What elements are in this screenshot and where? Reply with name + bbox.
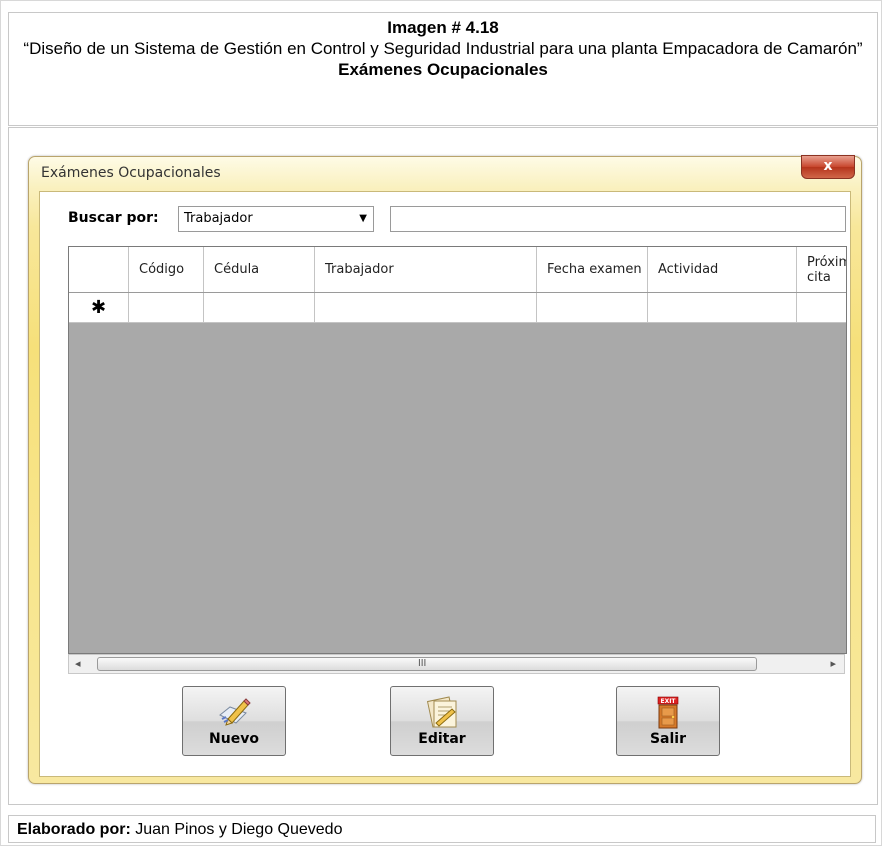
- cell-fecha-examen[interactable]: [537, 293, 648, 323]
- data-grid[interactable]: Código Cédula Trabajador Fecha examen Ac…: [68, 246, 847, 654]
- window-client-area: Buscar por: Trabajador ▼ Código Cédula T…: [39, 191, 851, 777]
- nuevo-button-label: Nuevo: [209, 731, 259, 747]
- exit-sign-text: EXIT: [660, 698, 676, 705]
- cell-actividad[interactable]: [648, 293, 797, 323]
- column-header-actividad[interactable]: Actividad: [648, 247, 797, 292]
- search-label: Buscar por:: [68, 210, 159, 226]
- editar-button-label: Editar: [418, 731, 466, 747]
- scrollbar-thumb[interactable]: III: [97, 657, 757, 671]
- figure-number: Imagen # 4.18: [387, 18, 499, 37]
- search-field-select[interactable]: Trabajador ▼: [178, 206, 374, 232]
- cell-proxima-cita[interactable]: [797, 293, 846, 323]
- new-row-marker: ✱: [69, 293, 129, 323]
- column-header-trabajador[interactable]: Trabajador: [315, 247, 537, 292]
- close-button[interactable]: x: [801, 155, 855, 179]
- edit-document-icon: [426, 696, 457, 728]
- figure-caption: Imagen # 4.18 “Diseño de un Sistema de G…: [8, 12, 878, 126]
- window-title: Exámenes Ocupacionales: [41, 165, 221, 181]
- figure-subtitle: Exámenes Ocupacionales: [338, 60, 548, 79]
- salir-button-label: Salir: [649, 731, 687, 747]
- figure-credit: Elaborado por: Juan Pinos y Diego Queved…: [8, 815, 876, 843]
- scroll-left-icon[interactable]: ◂: [75, 657, 81, 670]
- credit-label: Elaborado por:: [17, 821, 131, 838]
- chevron-down-icon: ▼: [359, 213, 367, 224]
- cell-cedula[interactable]: [204, 293, 315, 323]
- search-input[interactable]: [390, 206, 846, 232]
- scroll-right-icon[interactable]: ▸: [830, 657, 836, 670]
- close-icon: x: [823, 158, 833, 174]
- credit-authors: Juan Pinos y Diego Quevedo: [130, 821, 343, 838]
- figure-description: “Diseño de un Sistema de Gestión en Cont…: [23, 39, 863, 58]
- cell-trabajador[interactable]: [315, 293, 537, 323]
- column-header-proxima-cita[interactable]: Próxima cita: [797, 247, 846, 292]
- salir-button[interactable]: EXIT Salir: [616, 686, 720, 756]
- app-window: Exámenes Ocupacionales x Buscar por: Tra…: [28, 155, 862, 784]
- horizontal-scrollbar[interactable]: ◂ III ▸: [68, 654, 845, 674]
- pencil-form-icon: [219, 698, 251, 726]
- column-header-codigo[interactable]: Código: [129, 247, 204, 292]
- column-header-fecha-examen[interactable]: Fecha examen: [537, 247, 648, 292]
- nuevo-button[interactable]: Nuevo: [182, 686, 286, 756]
- grid-header: Código Cédula Trabajador Fecha examen Ac…: [69, 247, 846, 293]
- cell-codigo[interactable]: [129, 293, 204, 323]
- row-header-corner: [69, 247, 129, 292]
- new-row[interactable]: ✱: [69, 293, 846, 323]
- exit-door-icon: EXIT: [657, 696, 679, 729]
- column-header-cedula[interactable]: Cédula: [204, 247, 315, 292]
- editar-button[interactable]: Editar: [390, 686, 494, 756]
- scrollbar-grip: III: [418, 658, 427, 669]
- search-field-value: Trabajador: [184, 211, 253, 226]
